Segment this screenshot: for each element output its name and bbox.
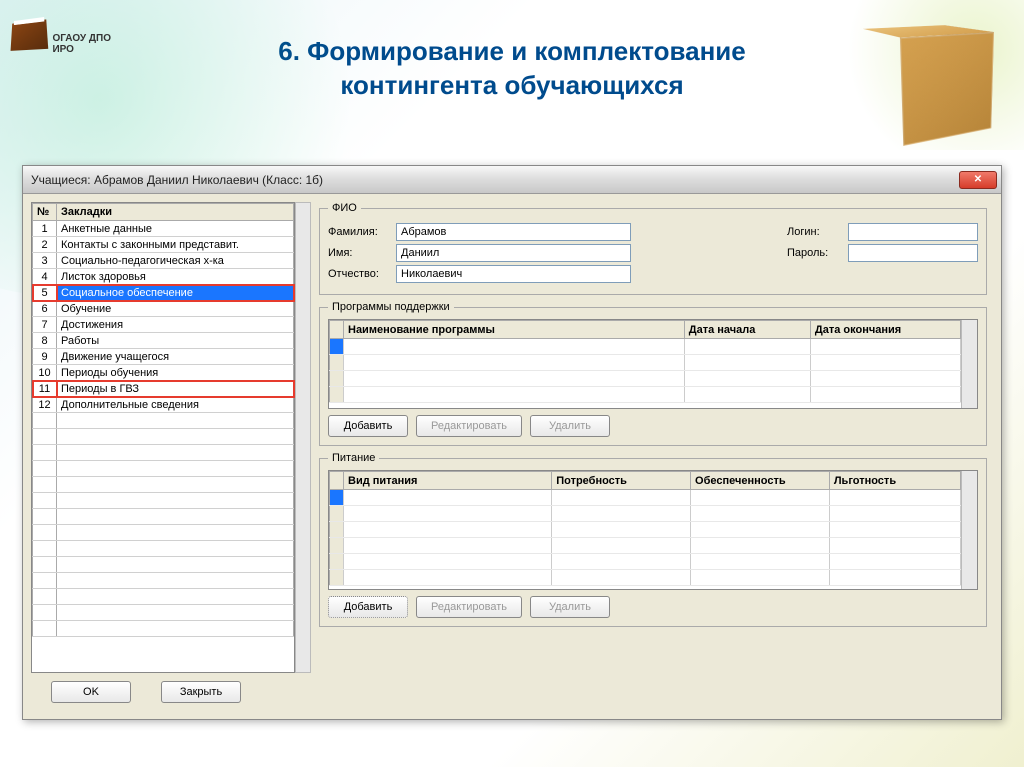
programs-col-name: Наименование программы — [344, 321, 685, 339]
bookmark-row[interactable]: 12Дополнительные сведения — [33, 397, 294, 413]
fio-legend: ФИО — [328, 202, 361, 214]
table-row[interactable] — [330, 339, 961, 355]
student-window: Учащиеся: Абрамов Даниил Николаевич (Кла… — [22, 165, 1002, 720]
programs-group: Программы поддержки Наименование програм… — [319, 301, 987, 446]
programs-add-button[interactable]: Добавить — [328, 415, 408, 437]
meals-delete-button[interactable]: Удалить — [530, 596, 610, 618]
meals-add-button[interactable]: Добавить — [328, 596, 408, 618]
programs-grid[interactable]: Наименование программы Дата начала Дата … — [328, 319, 978, 409]
bookmark-row[interactable]: 10Периоды обучения — [33, 365, 294, 381]
fio-group: ФИО Фамилия: Логин: Имя: Пароль: Отчест — [319, 202, 987, 295]
ok-button[interactable]: OK — [51, 681, 131, 703]
programs-legend: Программы поддержки — [328, 301, 454, 313]
table-row[interactable] — [330, 490, 961, 506]
titlebar: Учащиеся: Абрамов Даниил Николаевич (Кла… — [23, 166, 1001, 194]
meals-grid[interactable]: Вид питания Потребность Обеспеченность Л… — [328, 470, 978, 590]
programs-edit-button[interactable]: Редактировать — [416, 415, 522, 437]
table-row[interactable] — [330, 387, 961, 403]
decorative-cube — [879, 26, 1007, 180]
password-label: Пароль: — [787, 247, 842, 259]
bookmark-row[interactable]: 7Достижения — [33, 317, 294, 333]
password-input[interactable] — [848, 244, 978, 262]
meals-col-benefit: Льготность — [829, 472, 960, 490]
bookmark-row[interactable]: 8Работы — [33, 333, 294, 349]
bookmark-row[interactable]: 9Движение учащегося — [33, 349, 294, 365]
meals-scrollbar[interactable] — [961, 471, 977, 589]
meals-col-need: Потребность — [552, 472, 691, 490]
table-row[interactable] — [330, 506, 961, 522]
book-icon — [11, 19, 49, 51]
firstname-label: Имя: — [328, 247, 390, 259]
meals-col-type: Вид питания — [344, 472, 552, 490]
programs-col-start: Дата начала — [684, 321, 810, 339]
middlename-label: Отчество: — [328, 268, 390, 280]
lastname-label: Фамилия: — [328, 226, 390, 238]
middlename-input[interactable] — [396, 265, 631, 283]
window-title: Учащиеся: Абрамов Даниил Николаевич (Кла… — [31, 173, 323, 187]
logo-text: ОГАОУ ДПО ИРО — [52, 33, 130, 55]
table-row[interactable] — [330, 522, 961, 538]
meals-legend: Питание — [328, 452, 379, 464]
bookmark-row-highlighted[interactable]: 11Периоды в ГВЗ — [33, 381, 294, 397]
close-button[interactable]: ✕ — [959, 171, 997, 189]
bookmarks-header-num: № — [33, 204, 57, 221]
bookmarks-scrollbar[interactable] — [295, 202, 311, 673]
institution-logo: ОГАОУ ДПО ИРО — [10, 10, 130, 60]
programs-col-end: Дата окончания — [810, 321, 960, 339]
meals-col-provided: Обеспеченность — [691, 472, 830, 490]
bookmark-row[interactable]: 6Обучение — [33, 301, 294, 317]
programs-scrollbar[interactable] — [961, 320, 977, 408]
bookmark-row[interactable]: 3Социально-педагогическая х-ка — [33, 253, 294, 269]
table-row[interactable] — [330, 355, 961, 371]
meals-edit-button[interactable]: Редактировать — [416, 596, 522, 618]
lastname-input[interactable] — [396, 223, 631, 241]
login-input[interactable] — [848, 223, 978, 241]
bookmarks-table[interactable]: № Закладки 1Анкетные данные 2Контакты с … — [31, 202, 295, 673]
bookmark-row[interactable]: 4Листок здоровья — [33, 269, 294, 285]
bookmark-row[interactable]: 1Анкетные данные — [33, 221, 294, 237]
firstname-input[interactable] — [396, 244, 631, 262]
table-row[interactable] — [330, 570, 961, 586]
programs-delete-button[interactable]: Удалить — [530, 415, 610, 437]
close-window-button[interactable]: Закрыть — [161, 681, 241, 703]
meals-group: Питание Вид питания Потребность Обеспече… — [319, 452, 987, 627]
table-row[interactable] — [330, 371, 961, 387]
bookmark-row-selected[interactable]: 5Социальное обеспечение — [33, 285, 294, 301]
bookmarks-header-name: Закладки — [57, 204, 294, 221]
bookmark-row[interactable]: 2Контакты с законными представит. — [33, 237, 294, 253]
table-row[interactable] — [330, 538, 961, 554]
login-label: Логин: — [787, 226, 842, 238]
table-row[interactable] — [330, 554, 961, 570]
